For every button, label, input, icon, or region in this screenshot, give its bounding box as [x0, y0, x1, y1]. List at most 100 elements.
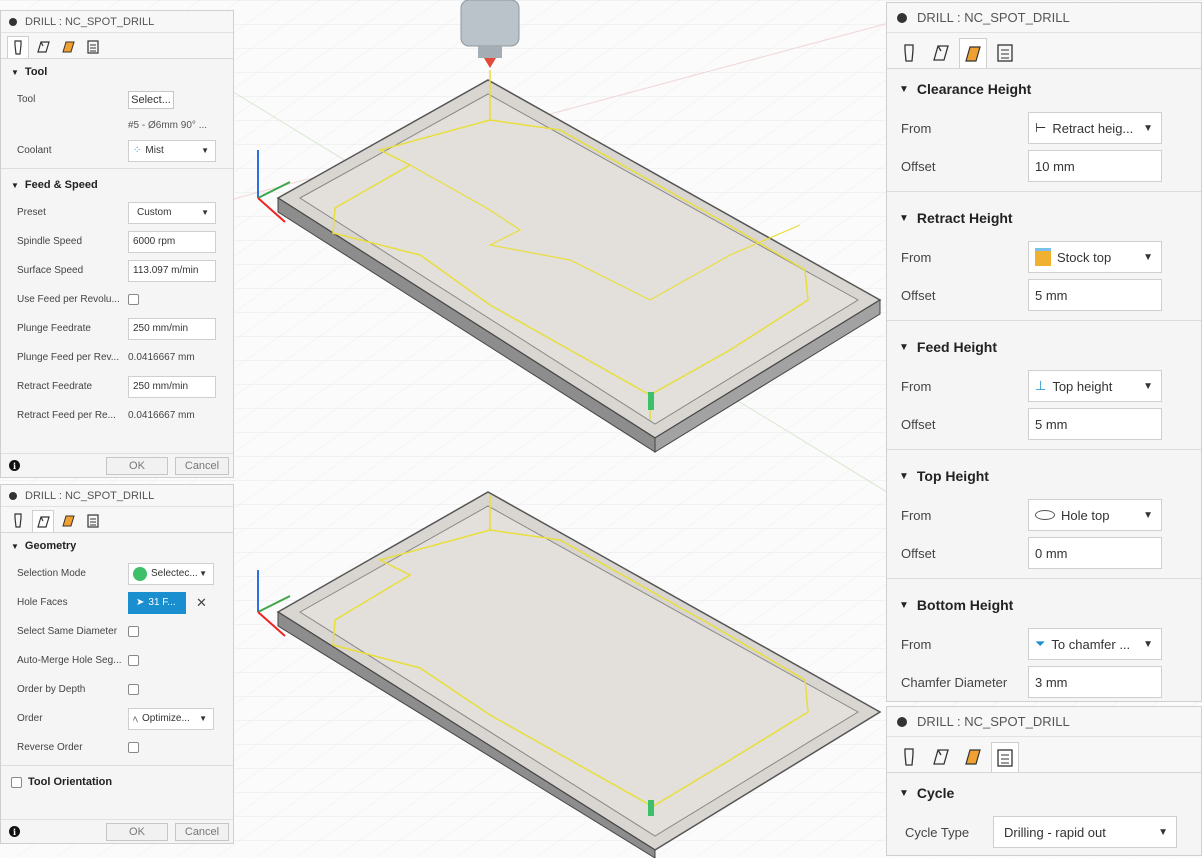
selection-mode-dropdown[interactable]: Selectec... ▼ [128, 562, 214, 585]
preset-dropdown[interactable]: Custom ▼ [128, 201, 216, 224]
selection-mode-row: Selection Mode Selectec... ▼ [1, 559, 233, 588]
tab-tool[interactable] [895, 742, 923, 772]
tab-heights[interactable] [57, 510, 79, 532]
coolant-row: Coolant ⁘ Mist ▼ [1, 136, 233, 165]
select-tool-button[interactable]: Select... [128, 90, 174, 109]
tab-tool[interactable] [7, 36, 29, 58]
info-icon[interactable]: i [9, 460, 20, 471]
retract-from-row: From Stock top ▼ [887, 238, 1201, 276]
retract-height-icon: ⊢ [1035, 120, 1047, 135]
passes-icon [87, 40, 99, 54]
section-geometry[interactable]: ▼ Geometry [1, 533, 233, 559]
bottom-from-dropdown[interactable]: ⏷ To chamfer ... ▼ [1028, 628, 1162, 660]
use-feed-checkbox[interactable] [128, 294, 139, 305]
geometry-icon [933, 749, 949, 765]
clearance-from-value: Retract heig... [1052, 120, 1134, 136]
cycle-type-dropdown[interactable]: Drilling - rapid out ▼ [993, 816, 1177, 848]
chevron-down-icon: ▼ [1143, 638, 1153, 650]
retract-feedrate-input[interactable]: 250 mm/min [128, 375, 216, 398]
tab-passes[interactable] [991, 38, 1019, 68]
tab-geometry[interactable] [32, 36, 54, 58]
spindle-speed-input[interactable]: 6000 rpm [128, 230, 216, 253]
tab-tool[interactable] [895, 38, 923, 68]
top-from-value: Hole top [1061, 507, 1110, 523]
chevron-down-icon: ▼ [199, 569, 207, 578]
tab-heights[interactable] [959, 38, 987, 68]
feed-from-dropdown[interactable]: ⊥ Top height ▼ [1028, 370, 1162, 402]
ok-button[interactable]: OK [106, 822, 168, 841]
clear-selection-icon[interactable]: ✕ [196, 595, 207, 611]
heights-icon [62, 515, 75, 527]
panel-status-icon [9, 17, 17, 26]
tab-geometry[interactable] [927, 742, 955, 772]
same-diameter-checkbox[interactable] [128, 626, 139, 637]
section-feed-height[interactable]: ▼ Feed Height [887, 327, 1201, 367]
top-offset-input[interactable]: 0 mm [1028, 537, 1162, 569]
offset-label: Offset [901, 416, 936, 432]
geometry-icon [933, 45, 949, 61]
order-depth-checkbox[interactable] [128, 684, 139, 695]
retract-offset-input[interactable]: 5 mm [1028, 279, 1162, 311]
section-bottom-height[interactable]: ▼ Bottom Height [887, 585, 1201, 625]
surface-label: Surface Speed [17, 265, 84, 276]
section-retract-height[interactable]: ▼ Retract Height [887, 198, 1201, 238]
clearance-offset-input[interactable]: 10 mm [1028, 150, 1162, 182]
section-tool-orientation[interactable]: Tool Orientation [1, 769, 233, 795]
tab-tool[interactable] [7, 510, 29, 532]
collapse-icon: ▼ [11, 67, 19, 77]
tool-panel: DRILL : NC_SPOT_DRILL ▼ Tool Tool Select..… [0, 10, 234, 478]
top-from-dropdown[interactable]: Hole top ▼ [1028, 499, 1162, 531]
tab-geometry[interactable] [32, 510, 54, 532]
tool-orientation-checkbox[interactable] [11, 776, 22, 788]
info-icon[interactable]: i [9, 826, 20, 837]
ok-button[interactable]: OK [106, 456, 168, 475]
section-clearance-height[interactable]: ▼ Clearance Height [887, 69, 1201, 109]
cycle-type-label: Cycle Type [905, 824, 970, 840]
tab-passes[interactable] [991, 742, 1019, 772]
retract-rev-row: Retract Feed per Re... 0.0416667 mm [1, 401, 233, 430]
chamfer-icon: ⏷ [1035, 636, 1046, 651]
clearance-offset-row: Offset 10 mm [887, 147, 1201, 185]
tab-passes[interactable] [82, 510, 104, 532]
retract-from-dropdown[interactable]: Stock top ▼ [1028, 241, 1162, 273]
surface-speed-input[interactable]: 113.097 m/min [128, 259, 216, 282]
collapse-icon: ▼ [899, 83, 909, 95]
spindle-label: Spindle Speed [17, 236, 83, 247]
from-label: From [901, 120, 932, 136]
tab-passes[interactable] [82, 36, 104, 58]
collapse-icon: ▼ [899, 787, 909, 799]
cancel-button[interactable]: Cancel [175, 456, 229, 475]
preset-value: Custom [137, 207, 172, 218]
from-label: From [901, 249, 932, 265]
plunge-feedrate-input[interactable]: 250 mm/min [128, 317, 216, 340]
section-feed-speed[interactable]: ▼ Feed & Speed [1, 172, 233, 198]
clearance-from-dropdown[interactable]: ⊢ Retract heig... ▼ [1028, 112, 1162, 144]
feed-from-row: From ⊥ Top height ▼ [887, 367, 1201, 405]
coolant-dropdown[interactable]: ⁘ Mist ▼ [128, 139, 216, 162]
panel-tabs [887, 737, 1201, 773]
divider [887, 320, 1201, 321]
chevron-down-icon: ▼ [201, 208, 209, 217]
cancel-button[interactable]: Cancel [175, 822, 229, 841]
from-label: From [901, 636, 932, 652]
cycle-panel: DRILL : NC_SPOT_DRILL ▼ Cycle Cycle Type D… [886, 706, 1202, 856]
hole-faces-selector[interactable]: ➤ 31 F... [128, 591, 186, 614]
feed-offset-row: Offset 5 mm [887, 405, 1201, 443]
feed-offset-input[interactable]: 5 mm [1028, 408, 1162, 440]
section-tool[interactable]: ▼ Tool [1, 59, 233, 85]
chamfer-diameter-input[interactable]: 3 mm [1028, 666, 1162, 698]
panel-title: DRILL : NC_SPOT_DRILL [25, 489, 155, 502]
use-feed-row: Use Feed per Revolu... [1, 285, 233, 314]
section-top-height[interactable]: ▼ Top Height [887, 456, 1201, 496]
reverse-checkbox[interactable] [128, 742, 139, 753]
section-cycle[interactable]: ▼ Cycle [887, 773, 1201, 813]
tab-heights[interactable] [959, 742, 987, 772]
geometry-icon [37, 515, 50, 528]
order-dropdown[interactable]: ﾍ Optimize... ▼ [128, 707, 214, 730]
reverse-row: Reverse Order [1, 733, 233, 762]
auto-merge-checkbox[interactable] [128, 655, 139, 666]
preset-row: Preset Custom ▼ [1, 198, 233, 227]
tab-heights[interactable] [57, 36, 79, 58]
same-diameter-label: Select Same Diameter [17, 626, 118, 637]
tab-geometry[interactable] [927, 38, 955, 68]
